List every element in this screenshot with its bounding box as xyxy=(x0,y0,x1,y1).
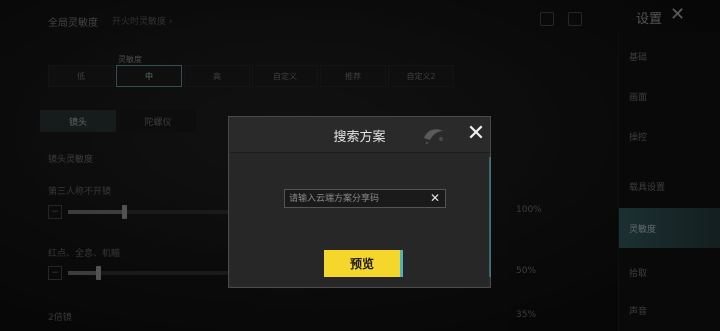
dialog-title: 搜索方案 xyxy=(333,130,386,145)
dialog-header: 搜索方案 ✕ xyxy=(229,117,490,153)
share-code-field: ✕ xyxy=(284,189,446,208)
close-icon[interactable]: ✕ xyxy=(464,122,488,146)
preview-button[interactable]: 预览 xyxy=(324,250,403,277)
dialog-body: ✕ 预览 xyxy=(230,153,489,286)
ink-splash-icon xyxy=(424,129,443,145)
search-scheme-dialog: 搜索方案 ✕ ✕ 预览 xyxy=(228,116,491,288)
dialog-edge-accent xyxy=(489,157,491,277)
share-code-input[interactable] xyxy=(285,190,429,207)
clear-input-icon[interactable]: ✕ xyxy=(428,191,442,206)
